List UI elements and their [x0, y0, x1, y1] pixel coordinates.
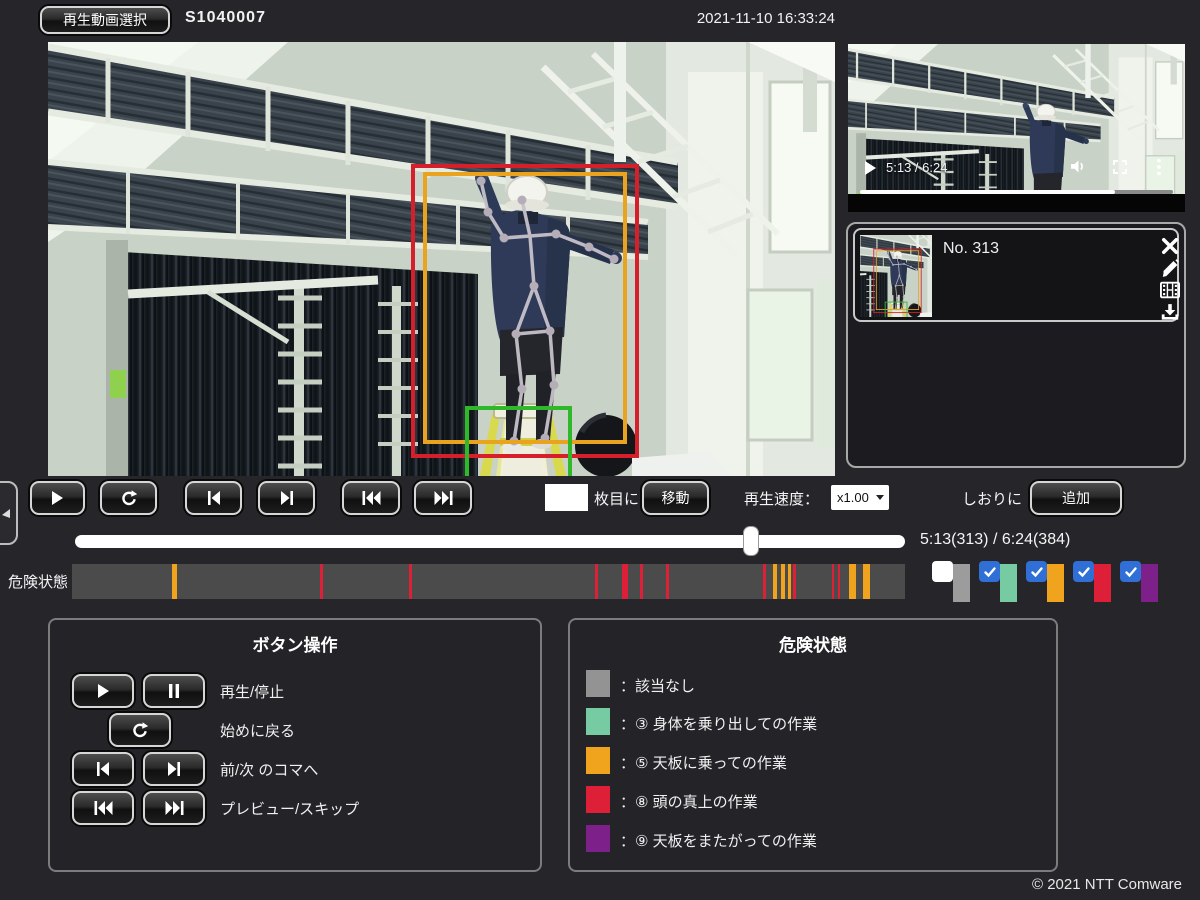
restart-button[interactable]: [100, 481, 157, 515]
bookmark-thumbnail: [860, 235, 932, 317]
play-button[interactable]: [30, 481, 85, 515]
collapse-arrow-icon: [0, 507, 12, 521]
filter-checkbox-lean-out[interactable]: [979, 561, 1000, 582]
close-icon[interactable]: [1160, 236, 1180, 256]
filter-swatch-red: [1094, 564, 1111, 602]
legend-label-on-top: ：⑤ 天板に乗っての作業: [620, 752, 787, 773]
filter-group-straddle: [1120, 561, 1162, 603]
copyright: © 2021 NTT Comware: [900, 876, 1182, 893]
filter-checkbox-none[interactable]: [932, 561, 953, 582]
frame-unit-label: 枚目に: [594, 488, 639, 509]
seek-track[interactable]: [75, 535, 905, 548]
rewind-icon: [362, 491, 381, 505]
scene-illustration: [48, 42, 835, 476]
legend-swatch-purple: [586, 825, 610, 852]
restart-icon: [120, 490, 138, 506]
checkmark-icon: [983, 565, 997, 579]
danger-timeline-bar: [72, 564, 905, 599]
frame-number-input[interactable]: [545, 484, 588, 511]
guide-next-frame-icon: [143, 752, 205, 786]
mini-progress-fill: [860, 190, 1115, 194]
overflow-menu-icon[interactable]: [1156, 158, 1162, 176]
legend-swatch-teal: [586, 708, 610, 735]
legend-label-lean-out: ：③ 身体を乗り出しての作業: [620, 713, 817, 734]
guide-prev-frame-icon: [72, 752, 134, 786]
mini-video-player[interactable]: 5:13 / 6:24: [848, 44, 1185, 212]
fast-forward-icon: [434, 491, 453, 505]
filter-swatch-teal: [1000, 564, 1017, 602]
rewind-button[interactable]: [342, 481, 400, 515]
fast-forward-button[interactable]: [414, 481, 472, 515]
speed-value: x1.00: [837, 490, 869, 505]
checkmark-icon: [1124, 565, 1138, 579]
legend-swatch-orange: [586, 747, 610, 774]
filter-checkbox-straddle[interactable]: [1120, 561, 1141, 582]
guide-label-preview-skip: プレビュー/スキップ: [220, 798, 359, 819]
move-button-label: 移動: [662, 488, 690, 508]
filter-checkbox-overhead[interactable]: [1073, 561, 1094, 582]
legend-label-none: ：該当なし: [620, 675, 695, 696]
filter-group-overhead: [1073, 561, 1115, 603]
filter-swatch-gray: [953, 564, 970, 602]
guide-label-restart: 始めに戻る: [220, 720, 295, 741]
legend-label-straddle: ：⑨ 天板をまたがっての作業: [620, 830, 817, 851]
app-window: 再生動画選択 S1040007 2021-11-10 16:33:24: [0, 0, 1200, 900]
download-icon[interactable]: [1160, 302, 1180, 322]
mini-progress-bar[interactable]: [860, 190, 1173, 194]
move-button[interactable]: 移動: [642, 481, 709, 515]
guide-label-frames: 前/次 のコマへ: [220, 759, 318, 780]
guide-play-icon: [72, 674, 134, 708]
danger-legend-panel: 危険状態 ：該当なし ：③ 身体を乗り出しての作業 ：⑤ 天板に乗っての作業 ：…: [568, 618, 1058, 872]
filter-swatch-purple: [1141, 564, 1158, 602]
checkmark-icon: [1077, 565, 1091, 579]
filter-group-none: [932, 561, 974, 603]
next-frame-icon: [280, 491, 294, 505]
fullscreen-icon[interactable]: [1112, 159, 1128, 175]
guide-fast-forward-icon: [143, 791, 205, 825]
chevron-down-icon: [876, 495, 884, 500]
select-video-button[interactable]: 再生動画選択: [40, 6, 170, 34]
filter-group-on-top: [1026, 561, 1068, 603]
time-display: 5:13(313) / 6:24(384): [920, 531, 1070, 549]
bookmark-card[interactable]: No. 313: [853, 228, 1179, 322]
mini-time-display: 5:13 / 6:24: [886, 160, 947, 175]
danger-legend-title: 危険状態: [570, 631, 1056, 656]
legend-label-overhead: ：⑧ 頭の真上の作業: [620, 791, 758, 812]
edit-pencil-icon[interactable]: [1160, 258, 1180, 278]
filter-group-lean-out: [979, 561, 1021, 603]
side-panel-tab[interactable]: [0, 481, 18, 545]
button-guide-title: ボタン操作: [50, 631, 540, 656]
bookmark-add-label: 追加: [1062, 488, 1090, 508]
play-icon: [51, 491, 64, 505]
video-id: S1040007: [185, 9, 266, 27]
video-frame-scene: [48, 42, 835, 476]
speed-select[interactable]: x1.00: [831, 485, 889, 510]
mini-play-icon[interactable]: [864, 161, 877, 175]
filter-swatch-orange: [1047, 564, 1064, 602]
next-frame-button[interactable]: [258, 481, 315, 515]
select-video-label: 再生動画選択: [63, 10, 147, 30]
danger-timeline-label: 危険状態: [8, 571, 68, 592]
timestamp: 2021-11-10 16:33:24: [600, 10, 835, 27]
seek-thumb[interactable]: [743, 526, 759, 556]
guide-label-play-stop: 再生/停止: [220, 681, 284, 702]
bookmark-title: No. 313: [943, 240, 999, 258]
main-video-canvas[interactable]: [48, 42, 835, 476]
prev-frame-icon: [207, 491, 221, 505]
guide-restart-icon: [109, 713, 171, 747]
guide-pause-icon: [143, 674, 205, 708]
filter-checkbox-on-top[interactable]: [1026, 561, 1047, 582]
checkmark-icon: [1030, 565, 1044, 579]
speed-label: 再生速度：: [744, 488, 819, 509]
legend-swatch-gray: [586, 670, 610, 697]
legend-swatch-red: [586, 786, 610, 813]
bookmarks-panel: No. 313: [846, 222, 1186, 468]
bookmark-add-button[interactable]: 追加: [1030, 481, 1122, 515]
bookmark-prefix-label: しおりに: [962, 488, 1022, 509]
guide-rewind-icon: [72, 791, 134, 825]
volume-icon[interactable]: [1070, 159, 1086, 174]
button-guide-panel: ボタン操作 再生/停止 始めに戻る 前/次 のコマへ プレビュー/スキップ: [48, 618, 542, 872]
prev-frame-button[interactable]: [185, 481, 242, 515]
film-icon[interactable]: [1160, 280, 1180, 300]
